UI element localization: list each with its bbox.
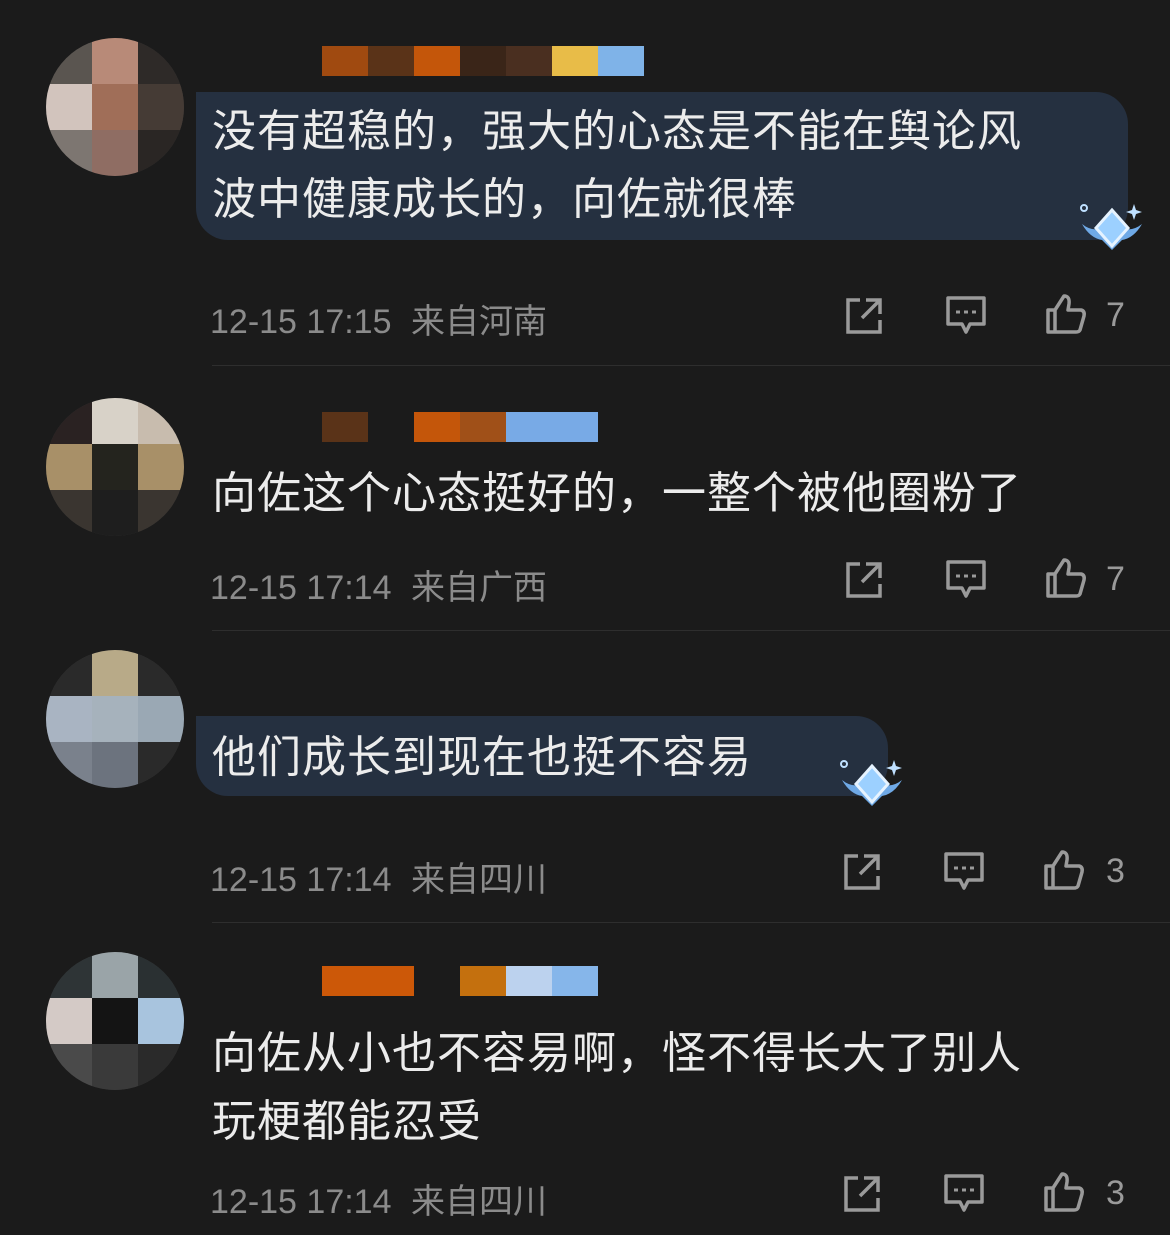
share-icon[interactable] — [840, 1172, 884, 1216]
comment-icon[interactable] — [942, 1172, 986, 1216]
username-mosaic[interactable] — [322, 966, 598, 996]
location: 来自四川 — [410, 1183, 547, 1221]
comment-text: 向佐从小也不容易啊，怪不得长大了别人 玩梗都能忍受 — [212, 1028, 1022, 1147]
comment-meta: 12-15 17:14 来自四川 — [210, 1174, 547, 1223]
like-count: 3 — [1106, 1174, 1125, 1212]
thumbs-up-icon[interactable] — [1042, 1170, 1086, 1214]
comment-item: 向佐从小也不容易啊，怪不得长大了别人 玩梗都能忍受 12-15 17:14 来自… — [0, 0, 1170, 1235]
avatar[interactable] — [46, 952, 184, 1090]
timestamp: 12-15 17:14 — [210, 1183, 392, 1221]
